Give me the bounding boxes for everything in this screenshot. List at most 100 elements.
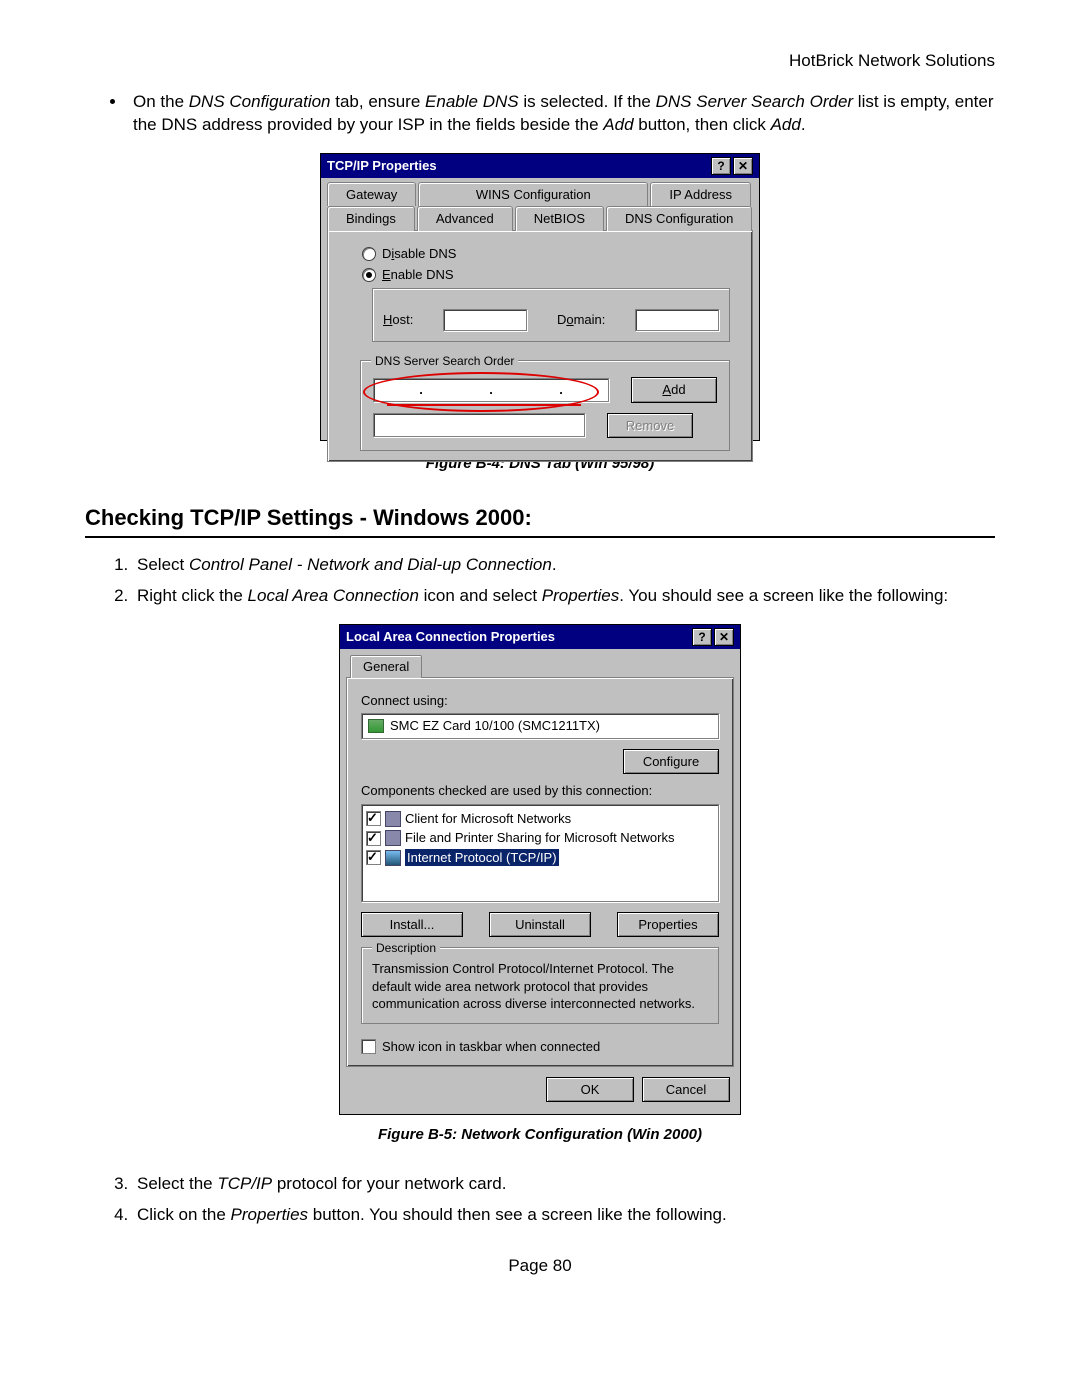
figure-caption-2: Figure B-5: Network Configuration (Win 2… [85,1125,995,1145]
step-4: Click on the Properties button. You shou… [133,1204,995,1227]
steps-list: Select Control Panel - Network and Dial-… [85,554,995,608]
text-italic: Properties [231,1205,308,1224]
steps-list-cont: Select the TCP/IP protocol for your netw… [85,1173,995,1227]
radio-label: Disable DNS [382,245,456,263]
components-list[interactable]: Client for Microsoft Networks File and P… [361,804,719,902]
enable-dns-group: Host: Domain: [372,288,730,342]
page-number: Page 80 [85,1255,995,1278]
show-icon-label: Show icon in taskbar when connected [382,1038,600,1056]
radio-enable-dns[interactable]: Enable DNS [362,266,738,284]
tab-general[interactable]: General [350,655,422,678]
text-italic: Control Panel - Network and Dial-up Conn… [189,555,552,574]
section-heading: Checking TCP/IP Settings - Windows 2000: [85,503,995,533]
cancel-button[interactable]: Cancel [642,1077,730,1103]
protocol-icon [385,850,401,866]
text: protocol for your network card. [272,1174,506,1193]
remove-button: Remove [607,413,693,439]
nic-name: SMC EZ Card 10/100 (SMC1211TX) [390,717,600,735]
close-icon[interactable]: ✕ [733,157,753,175]
item-label: File and Printer Sharing for Microsoft N… [405,829,674,847]
nic-field: SMC EZ Card 10/100 (SMC1211TX) [361,713,719,739]
radio-icon [362,268,376,282]
text-italic: Enable DNS [425,92,519,111]
components-label: Components checked are used by this conn… [361,782,719,800]
step-3: Select the TCP/IP protocol for your netw… [133,1173,995,1196]
dns-search-order-group: DNS Server Search Order ... Add [360,360,730,451]
domain-input[interactable] [635,309,719,331]
intro-bullet: On the DNS Configuration tab, ensure Ena… [127,91,995,137]
item-label: Client for Microsoft Networks [405,810,571,828]
text: tab, ensure [331,92,426,111]
text: Select [137,555,189,574]
dialog-title: Local Area Connection Properties [346,628,555,646]
titlebar[interactable]: TCP/IP Properties ? ✕ [321,154,759,178]
configure-button[interactable]: Configure [623,749,719,775]
tab-gateway[interactable]: Gateway [327,182,416,207]
text: Select the [137,1174,217,1193]
highlight-underline [387,404,581,406]
list-item[interactable]: File and Printer Sharing for Microsoft N… [366,828,714,848]
host-label: Host: [383,311,413,329]
dns-ip-input[interactable]: ... [373,378,609,402]
text: button, then click [634,115,771,134]
radio-disable-dns[interactable]: Disable DNS [362,245,738,263]
dns-list[interactable] [373,413,585,437]
text-italic: DNS Server Search Order [656,92,853,111]
host-input[interactable] [443,309,527,331]
properties-button[interactable]: Properties [617,912,719,938]
description-text: Transmission Control Protocol/Internet P… [372,960,708,1013]
dialog-title: TCP/IP Properties [327,157,437,175]
text: . [552,555,557,574]
checkbox-icon[interactable] [366,850,381,865]
text: . [801,115,806,134]
divider [85,536,995,538]
item-label: Internet Protocol (TCP/IP) [405,849,559,867]
radio-icon [362,247,376,261]
text: Right click the [137,586,248,605]
text: icon and select [419,586,542,605]
text: button. You should then see a screen lik… [308,1205,727,1224]
close-icon[interactable]: ✕ [714,628,734,646]
radio-label: Enable DNS [382,266,454,284]
step-2: Right click the Local Area Connection ic… [133,585,995,608]
list-item[interactable]: Internet Protocol (TCP/IP) [366,848,714,868]
text: . You should see a screen like the follo… [619,586,948,605]
install-button[interactable]: Install... [361,912,463,938]
step-1: Select Control Panel - Network and Dial-… [133,554,995,577]
tab-ipaddress[interactable]: IP Address [650,182,751,207]
tab-bindings[interactable]: Bindings [327,206,415,231]
text-italic: Add [771,115,801,134]
text: Click on the [137,1205,231,1224]
text-italic: DNS Configuration [189,92,331,111]
checkbox-icon[interactable] [366,811,381,826]
text: is selected. If the [519,92,656,111]
help-icon[interactable]: ? [711,157,731,175]
titlebar[interactable]: Local Area Connection Properties ? ✕ [340,625,740,649]
group-label: DNS Server Search Order [371,353,518,369]
tab-dns-configuration[interactable]: DNS Configuration [606,206,752,231]
nic-icon [368,719,384,733]
help-icon[interactable]: ? [692,628,712,646]
client-icon [385,811,401,827]
domain-label: Domain: [557,311,605,329]
checkbox-icon[interactable] [366,831,381,846]
text-italic: Properties [542,586,619,605]
tab-netbios[interactable]: NetBIOS [515,206,604,231]
add-button[interactable]: Add [631,377,717,403]
intro-list: On the DNS Configuration tab, ensure Ena… [85,91,995,137]
lac-properties-dialog: Local Area Connection Properties ? ✕ Gen… [339,624,741,1115]
uninstall-button[interactable]: Uninstall [489,912,591,938]
page-header: HotBrick Network Solutions [85,50,995,73]
text: On the [133,92,189,111]
ok-button[interactable]: OK [546,1077,634,1103]
show-icon-checkbox[interactable] [361,1039,376,1054]
list-item[interactable]: Client for Microsoft Networks [366,809,714,829]
description-group: Description Transmission Control Protoco… [361,947,719,1024]
general-panel: Connect using: SMC EZ Card 10/100 (SMC12… [346,677,734,1067]
tab-advanced[interactable]: Advanced [417,206,513,231]
text-italic: Local Area Connection [248,586,419,605]
tab-wins[interactable]: WINS Configuration [418,182,648,207]
text-italic: Add [603,115,633,134]
share-icon [385,830,401,846]
dns-tab-panel: Disable DNS Enable DNS Host: Domain: DNS… [327,230,753,462]
